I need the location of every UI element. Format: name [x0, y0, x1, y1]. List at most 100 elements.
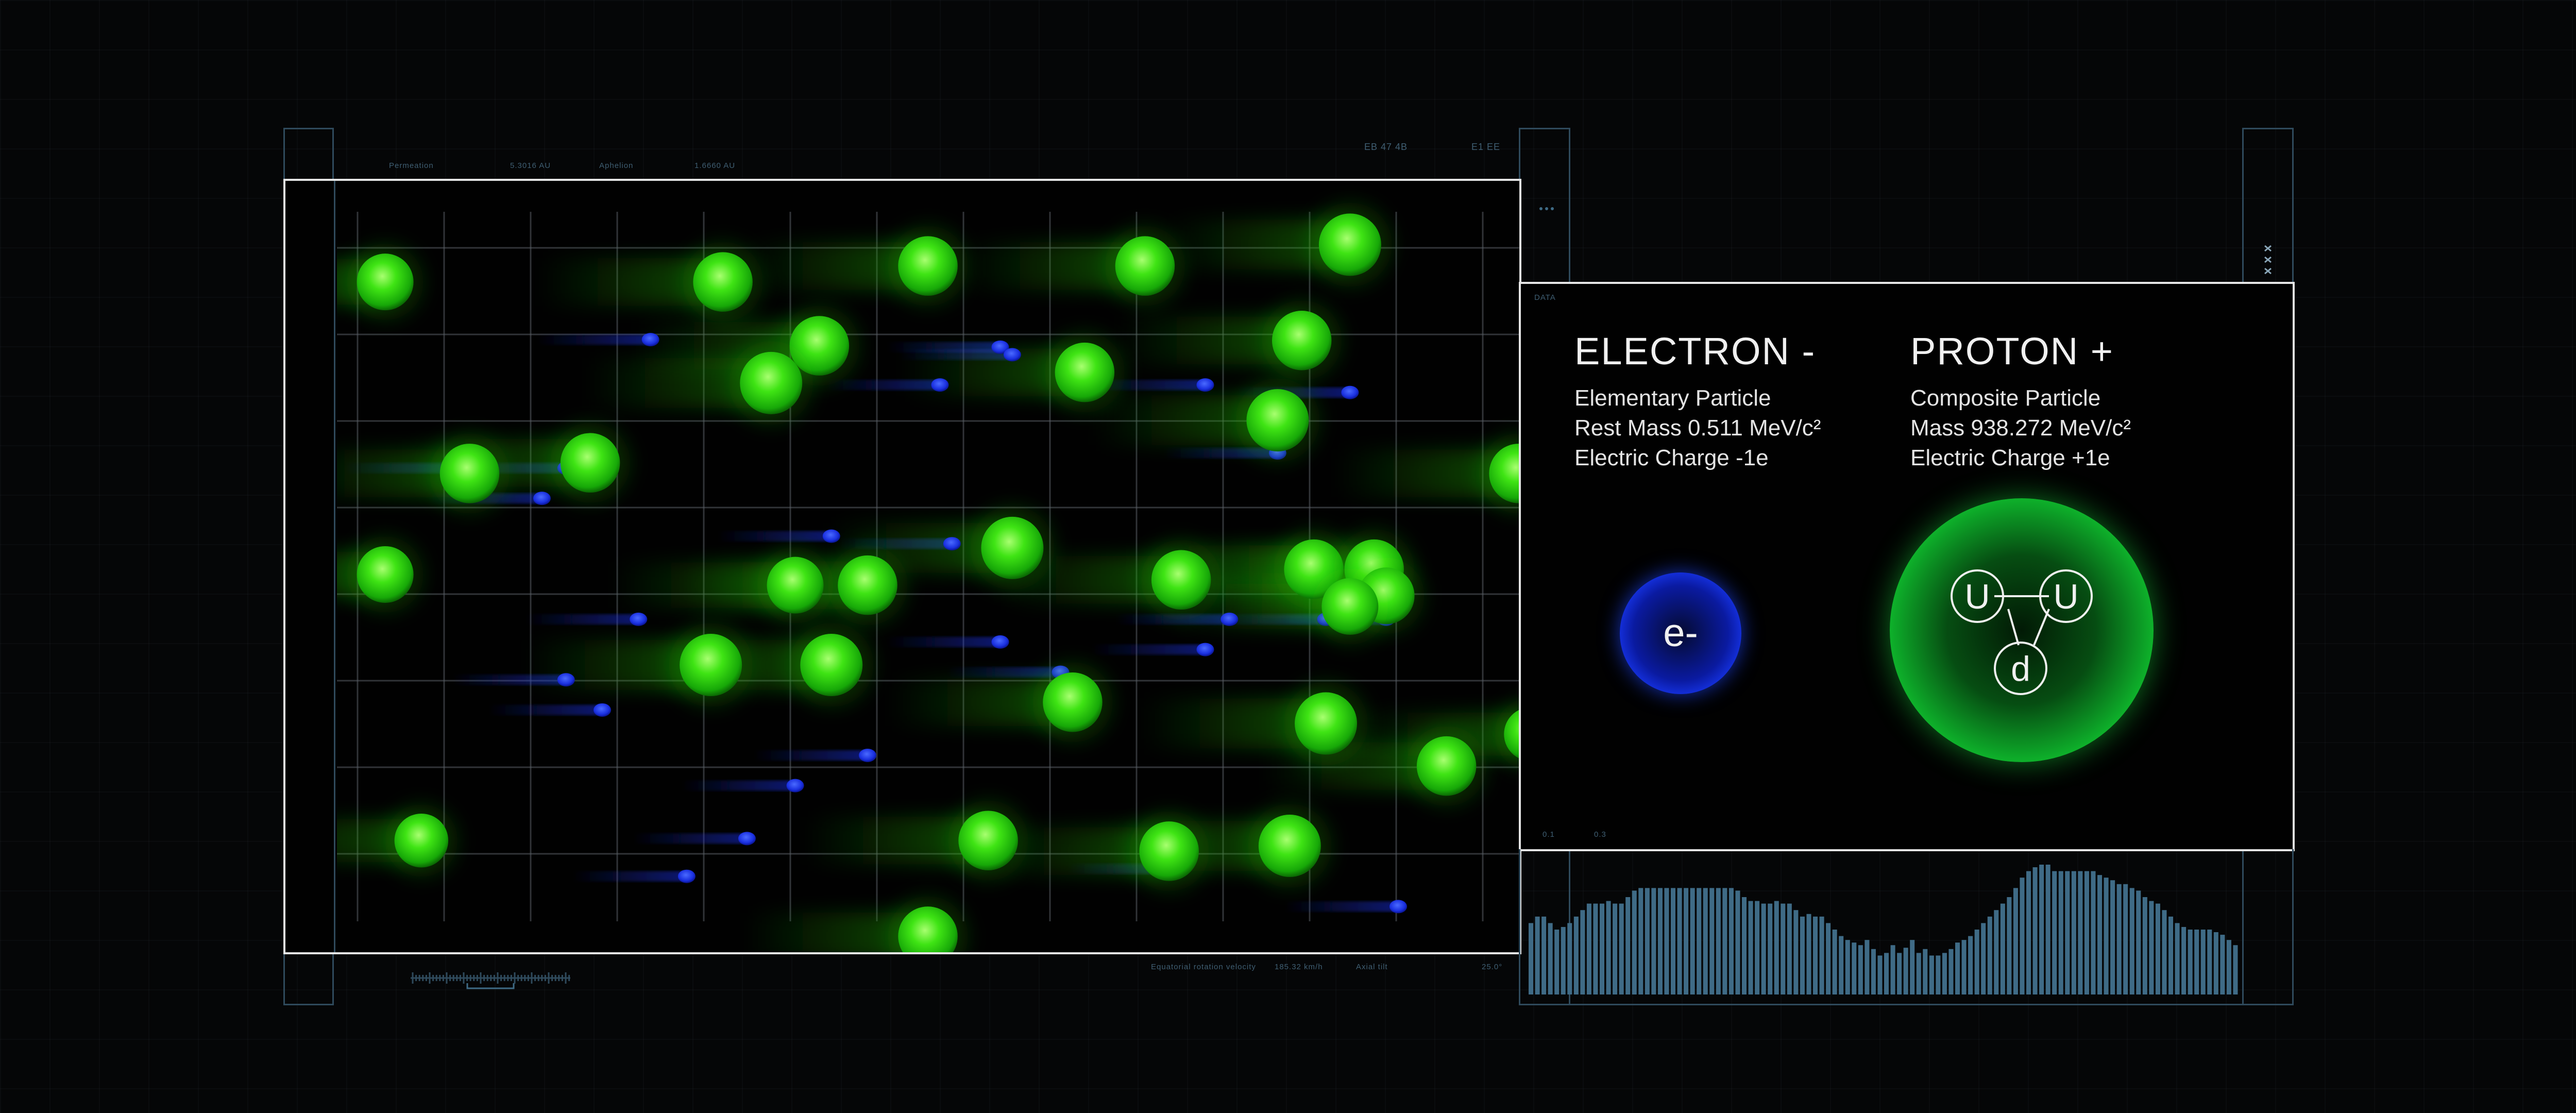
histogram-bar: [1800, 916, 1805, 994]
electron-trail: [718, 531, 832, 542]
electron-particle: [931, 378, 949, 392]
proton-particle: [898, 236, 958, 296]
proton-mass: Mass 938.272 MeV/c²: [1910, 415, 2131, 441]
proton-particle: [1272, 310, 1332, 370]
histogram-bar: [2032, 867, 2038, 994]
histogram-bar: [1677, 888, 1682, 994]
proton-particle: [1246, 389, 1309, 452]
quark-diagram: U U d: [1951, 569, 2093, 695]
histogram-bar: [1890, 945, 1895, 994]
electron-charge: Electric Charge -1e: [1574, 445, 1769, 470]
header-codes-a: EB 47 4B: [1364, 142, 1408, 152]
histogram-bar: [2058, 871, 2063, 994]
histogram-bar: [1858, 945, 1863, 994]
footer-axis-label: Axial tilt: [1356, 963, 1388, 971]
histogram-bar: [2226, 940, 2231, 994]
histogram-bar: [1735, 890, 1740, 994]
histogram-bar: [1968, 936, 1973, 994]
histogram-bar: [1942, 953, 1947, 994]
histogram-bar: [1961, 940, 1967, 994]
proton-particle: [357, 546, 414, 603]
histogram-bar: [1826, 923, 1831, 994]
close-cluster-icon[interactable]: [2261, 244, 2276, 277]
header-meta-aphelion-value: 1.6660 AU: [694, 161, 736, 170]
histogram-bar: [1768, 903, 1773, 994]
histogram-bar: [1852, 942, 1857, 994]
histogram-bar: [2194, 930, 2199, 994]
histogram-bar: [2155, 903, 2160, 994]
histogram-bar: [1781, 903, 1786, 994]
header-meta-aphelion: Aphelion: [599, 161, 634, 170]
electron-particle: [593, 703, 611, 717]
proton-particle: [800, 633, 863, 696]
proton-type: Composite Particle: [1910, 385, 2101, 411]
electron-particle: [1389, 900, 1407, 914]
electron-particle: [858, 748, 876, 762]
histogram-bar: [1903, 948, 1908, 994]
histogram-bar: [1645, 888, 1650, 994]
histogram-bar: [2104, 878, 2109, 994]
histogram-bar: [2213, 932, 2218, 994]
histogram-bar: [1916, 953, 1921, 994]
electron-particle: [1003, 348, 1021, 362]
histogram-bar: [2188, 930, 2193, 994]
histogram-bar: [2123, 884, 2128, 994]
electron-particle: [943, 537, 961, 551]
proton-sphere[interactable]: U U d: [1890, 498, 2154, 762]
histogram-bar: [2110, 880, 2115, 994]
histogram-bar: [1541, 916, 1547, 994]
particle-field[interactable]: [337, 181, 1519, 952]
dots-icon[interactable]: [1539, 205, 1554, 214]
histogram-bar: [2168, 916, 2174, 994]
histogram-bar: [1586, 903, 1591, 994]
proton-particle: [357, 254, 414, 311]
histogram-bar: [1929, 955, 1934, 994]
electron-trail: [525, 614, 639, 625]
histogram-bar: [1664, 888, 1669, 994]
electron-symbol: e-: [1663, 611, 1698, 655]
proton-title: PROTON +: [1910, 330, 2114, 373]
electron-card[interactable]: ELECTRON - Elementary Particle Rest Mass…: [1574, 329, 1884, 473]
proton-particle: [1295, 692, 1358, 755]
electron-sphere[interactable]: e-: [1620, 572, 1741, 694]
proton-particle: [981, 516, 1044, 579]
electron-particle: [1196, 378, 1214, 392]
energy-histogram[interactable]: [1529, 859, 2240, 994]
histogram-bar: [2078, 871, 2083, 994]
histogram-bar: [1865, 940, 1870, 994]
header-meta-permeation-value: 5.3016 AU: [510, 161, 551, 170]
proton-particle: [958, 811, 1018, 870]
histogram-bar: [1897, 953, 1902, 994]
histogram-bar: [1638, 888, 1643, 994]
histogram-bar: [2233, 945, 2238, 994]
histogram-bar: [1936, 955, 1941, 994]
electron-particle: [630, 612, 648, 626]
histogram-bar: [2065, 871, 2070, 994]
simulation-viewport[interactable]: [283, 179, 1521, 954]
histogram-bar: [2045, 865, 2050, 994]
bottom-scale-ruler[interactable]: [411, 965, 570, 996]
proton-particle: [439, 444, 500, 503]
proton-particle: [1258, 815, 1321, 878]
electron-trail: [633, 833, 747, 844]
proton-particle: [767, 556, 824, 614]
panel-label: DATA: [1534, 293, 1556, 302]
proton-card[interactable]: PROTON + Composite Particle Mass 938.272…: [1910, 329, 2240, 473]
histogram-bar: [1761, 903, 1766, 994]
histogram-bar: [1755, 901, 1760, 994]
histogram-bar: [1709, 888, 1715, 994]
histogram-bar: [1728, 888, 1734, 994]
electron-trail: [754, 750, 868, 761]
proton-charge: Electric Charge +1e: [1910, 445, 2110, 470]
histogram-bar: [2013, 888, 2018, 994]
proton-particle: [1139, 821, 1199, 881]
histogram-bar: [2142, 897, 2147, 994]
histogram-bar: [2039, 865, 2044, 994]
electron-trail: [537, 334, 651, 345]
header-codes-b: E1 EE: [1471, 142, 1501, 152]
histogram-bar: [2200, 930, 2206, 994]
particle-info-panel: DATA 0.1 0.3 ELECTRON - Elementary Parti…: [1519, 282, 2295, 851]
histogram-bar: [1819, 916, 1824, 994]
histogram-bar: [1684, 888, 1689, 994]
histogram-bar: [1955, 942, 1960, 994]
